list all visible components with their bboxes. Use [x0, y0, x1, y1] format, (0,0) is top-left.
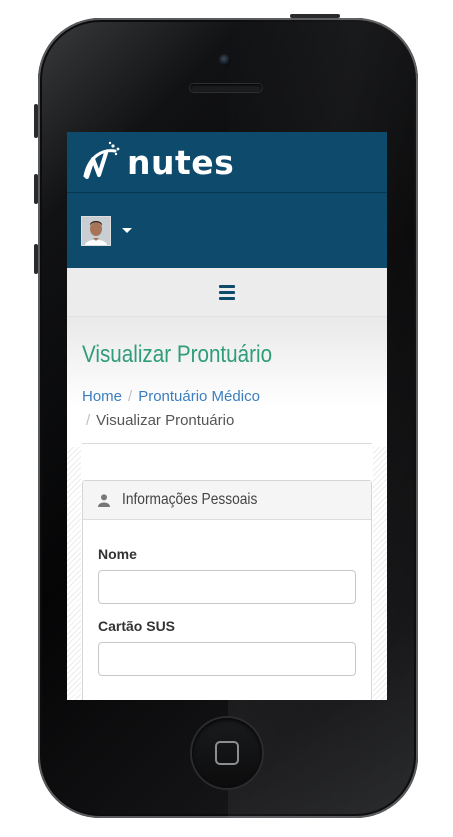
breadcrumb-home-link[interactable]: Home: [82, 388, 122, 405]
front-camera: [219, 54, 231, 66]
home-square-icon: [215, 741, 239, 765]
breadcrumb-prontuario-link[interactable]: Prontuário Médico: [138, 388, 260, 405]
menu-bar: [67, 268, 387, 317]
avatar[interactable]: [81, 215, 111, 246]
power-button: [290, 14, 340, 18]
top-navbar: nutes: [67, 132, 387, 193]
panel-body: Nome Cartão SUS: [83, 520, 371, 700]
cartao-sus-input[interactable]: [98, 642, 356, 676]
nome-input[interactable]: [98, 570, 356, 604]
hamburger-menu-icon[interactable]: [219, 284, 235, 300]
panel-heading: Informações Pessoais: [83, 481, 371, 520]
main-content: Visualizar Prontuário Home / Prontuário Mé…: [67, 317, 387, 700]
user-bar: [67, 193, 387, 268]
user-avatar-icon: [82, 216, 110, 245]
logo-text: nutes: [127, 142, 235, 182]
personal-info-panel: Informações Pessoais Nome Cartão SUS: [82, 480, 372, 700]
breadcrumb: Home / Prontuário Médico / Visualizar Pront…: [82, 385, 372, 444]
mute-switch: [34, 104, 38, 138]
left-texture: [67, 447, 81, 700]
breadcrumb-separator: /: [128, 388, 133, 405]
volume-down-button: [34, 244, 38, 274]
right-texture: [373, 447, 387, 700]
earpiece-speaker: [190, 84, 262, 92]
home-button[interactable]: [192, 718, 262, 788]
nutes-logo[interactable]: nutes: [79, 141, 234, 183]
volume-up-button: [34, 174, 38, 204]
panel-title: Informações Pessoais: [122, 491, 258, 508]
nutes-logo-icon: [83, 141, 120, 179]
breadcrumb-separator: /: [86, 412, 91, 429]
page-title: Visualizar Prontuário: [82, 341, 273, 368]
phone-screen: nutes Visualizar Prontuário Home / Prontuá…: [67, 132, 387, 700]
user-dropdown-caret-icon[interactable]: [122, 228, 132, 233]
breadcrumb-current: Visualizar Prontuário: [96, 412, 235, 429]
cartao-sus-label: Cartão SUS: [98, 618, 176, 634]
nome-label: Nome: [98, 546, 137, 562]
user-icon: [98, 493, 110, 507]
